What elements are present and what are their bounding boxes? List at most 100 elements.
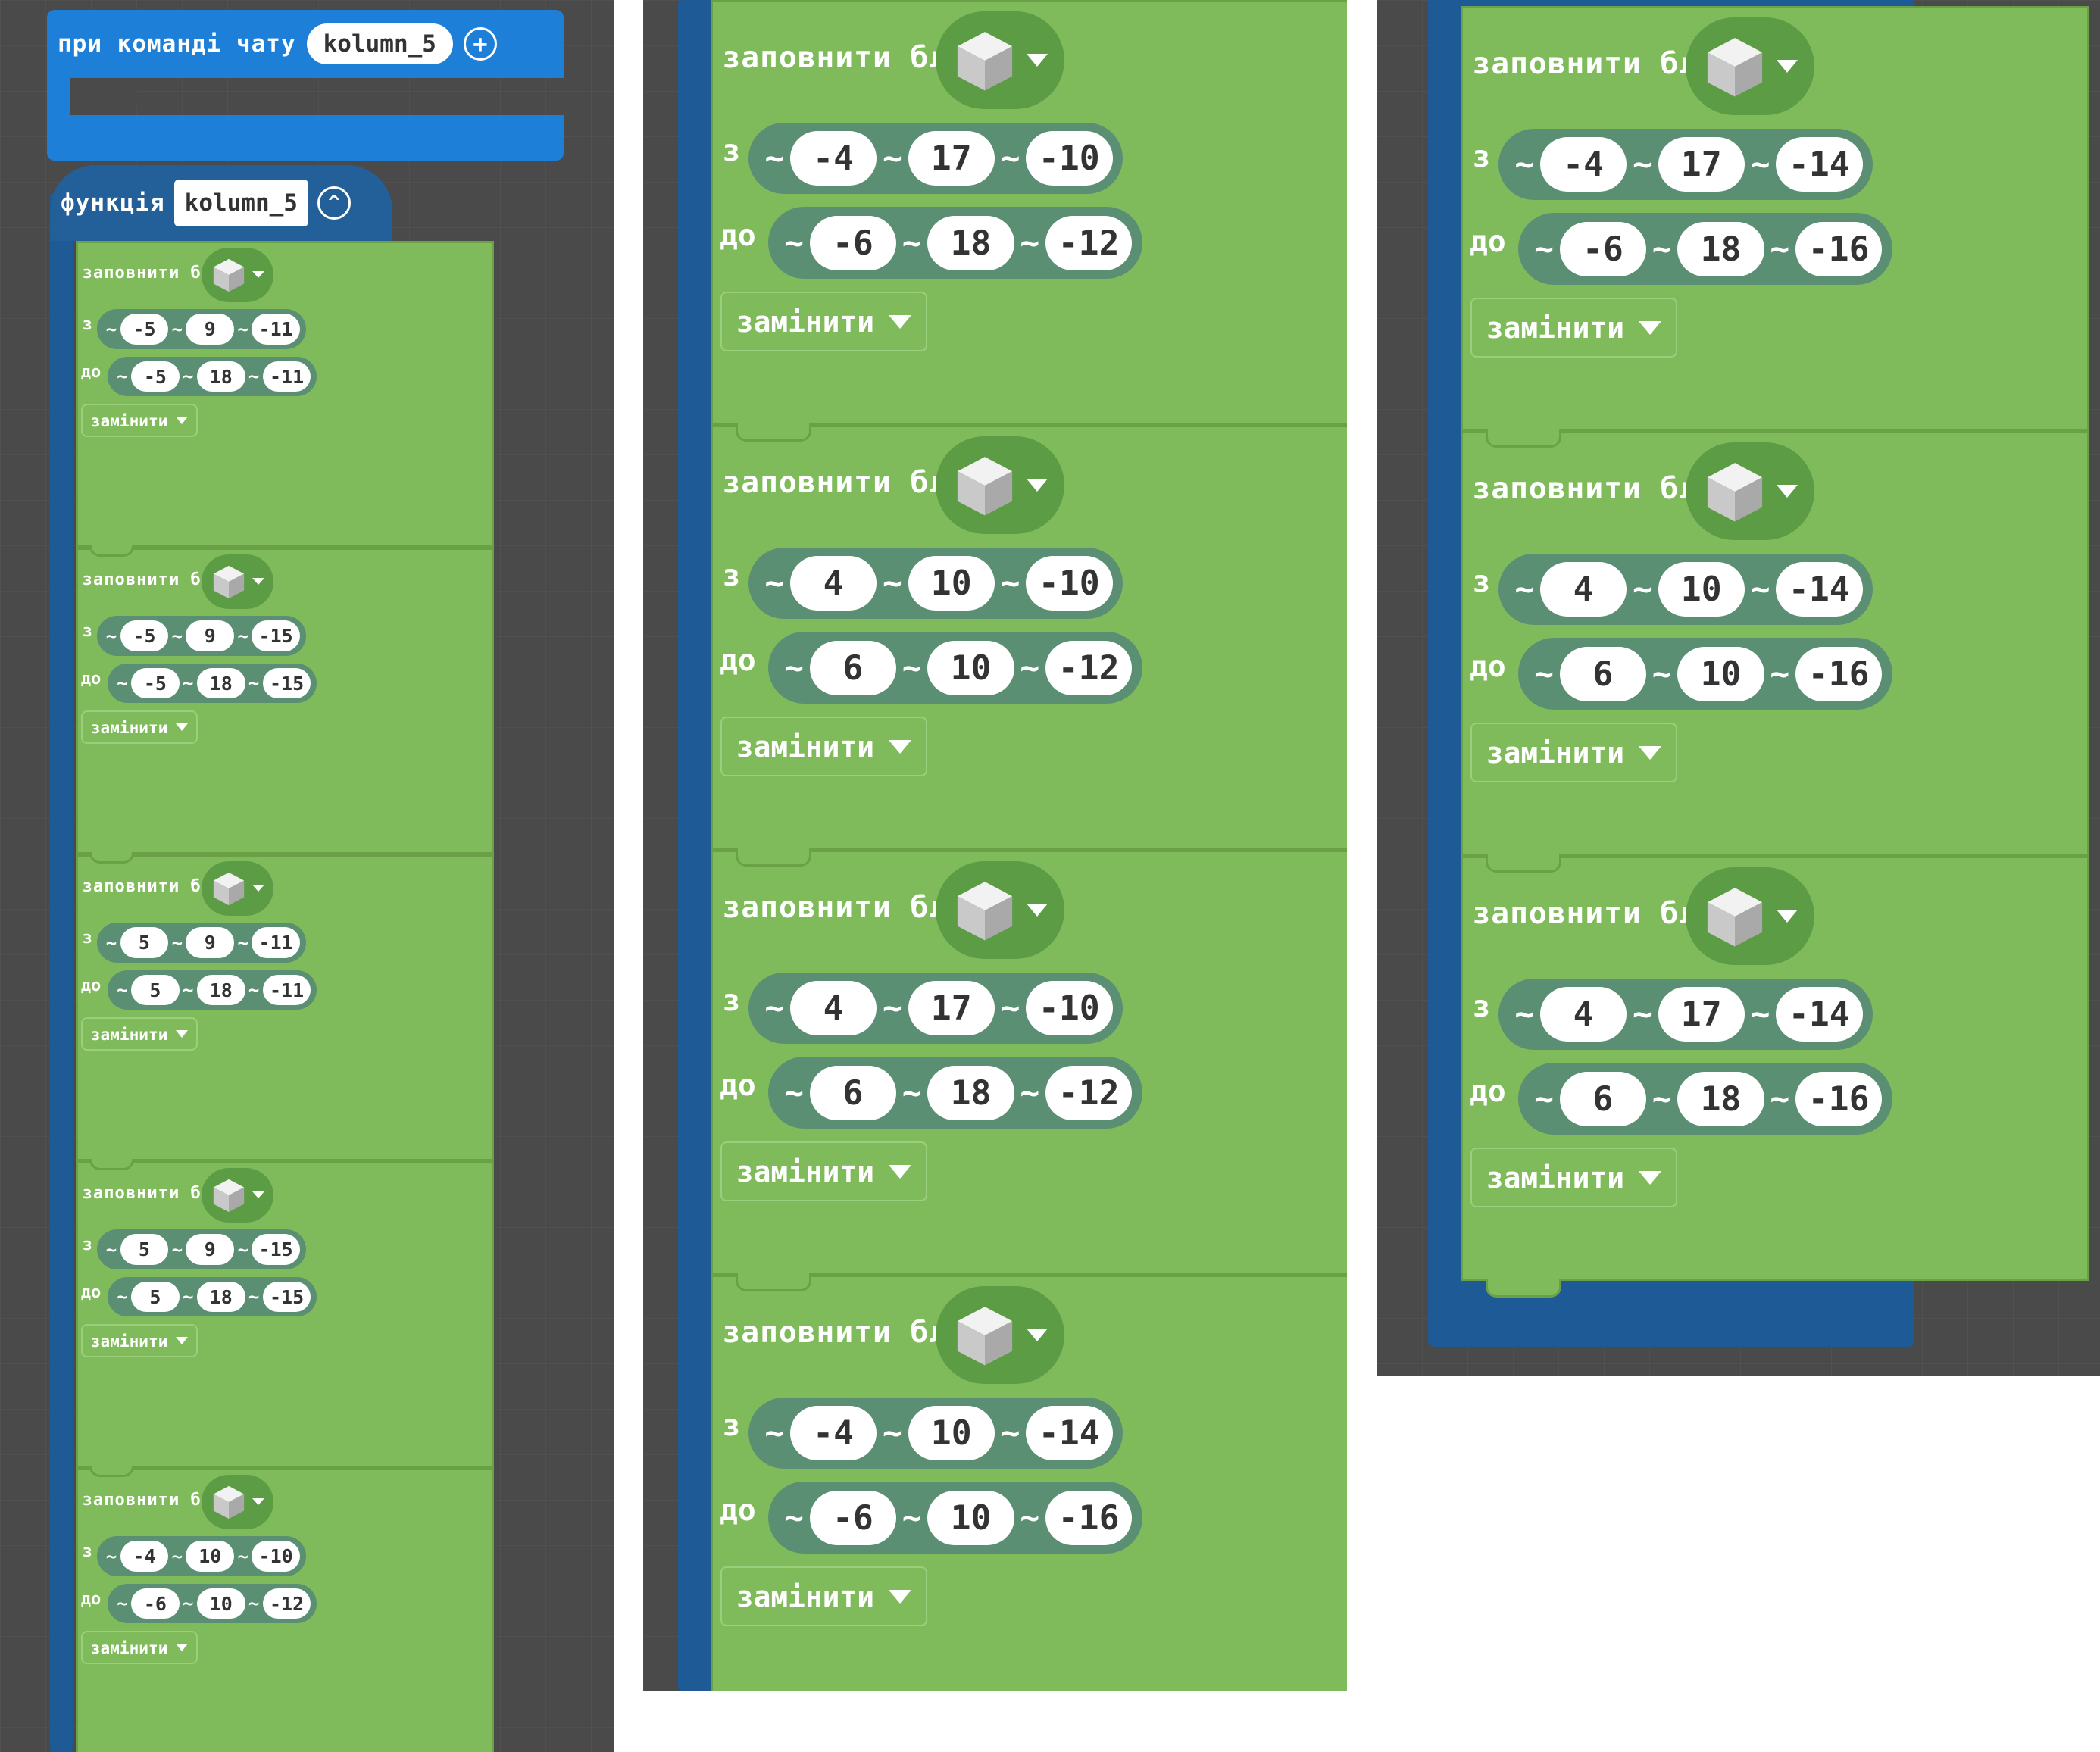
fill-mode-dropdown[interactable]: замінити <box>720 1141 927 1202</box>
from-value-x[interactable]: -5 <box>120 314 169 345</box>
from-value-z[interactable]: -14 <box>1776 561 1863 617</box>
to-value-x[interactable]: 6 <box>809 1065 897 1120</box>
from-value-y[interactable]: 9 <box>186 1234 235 1265</box>
from-value-y[interactable]: 17 <box>908 130 995 186</box>
to-value-z[interactable]: -16 <box>1795 1071 1883 1126</box>
block-type-dropdown[interactable] <box>935 1286 1065 1385</box>
from-value-y[interactable]: 17 <box>908 980 995 1036</box>
to-value-z[interactable]: -12 <box>262 1588 311 1619</box>
from-value-z[interactable]: -15 <box>252 1234 301 1265</box>
from-value-z[interactable]: -14 <box>1026 1405 1113 1461</box>
block-type-dropdown[interactable] <box>201 1474 274 1529</box>
from-value-x[interactable]: 4 <box>789 555 877 611</box>
from-value-x[interactable]: 5 <box>120 927 169 958</box>
from-value-y[interactable]: 9 <box>186 927 235 958</box>
to-value-x[interactable]: -6 <box>809 1490 897 1545</box>
fill-mode-dropdown[interactable]: замінити <box>1470 298 1677 358</box>
to-value-z[interactable]: -16 <box>1795 221 1883 276</box>
to-value-z[interactable]: -11 <box>262 974 311 1006</box>
fill-mode-dropdown[interactable]: замінити <box>81 710 198 745</box>
to-value-y[interactable]: 10 <box>927 1490 1014 1545</box>
block-type-dropdown[interactable] <box>201 247 274 302</box>
block-type-dropdown[interactable] <box>1685 867 1815 966</box>
to-value-z[interactable]: -16 <box>1045 1490 1133 1545</box>
to-value-y[interactable]: 10 <box>1677 646 1764 701</box>
to-value-y[interactable]: 18 <box>1677 1071 1764 1126</box>
to-value-y[interactable]: 18 <box>196 974 245 1006</box>
to-value-x[interactable]: -6 <box>1559 221 1647 276</box>
from-value-y[interactable]: 10 <box>908 1405 995 1461</box>
from-value-z[interactable]: -14 <box>1776 986 1863 1042</box>
to-value-x[interactable]: -5 <box>130 667 180 699</box>
to-value-z[interactable]: -16 <box>1795 646 1883 701</box>
fill-mode-dropdown[interactable]: замінити <box>1470 1148 1677 1208</box>
to-value-y[interactable]: 18 <box>196 667 245 699</box>
to-value-z[interactable]: -12 <box>1045 1065 1133 1120</box>
block-type-dropdown[interactable] <box>935 861 1065 960</box>
from-value-z[interactable]: -10 <box>1026 555 1113 611</box>
to-value-y[interactable]: 10 <box>927 640 1014 695</box>
block-type-dropdown[interactable] <box>935 436 1065 535</box>
to-value-x[interactable]: 6 <box>1559 1071 1647 1126</box>
to-value-z[interactable]: -12 <box>1045 640 1133 695</box>
to-value-z[interactable]: -12 <box>1045 215 1133 270</box>
from-value-x[interactable]: -4 <box>120 1541 169 1572</box>
chat-command-event-block[interactable]: при команді чату kolumn_5 + <box>47 10 564 78</box>
to-value-z[interactable]: -15 <box>262 667 311 699</box>
block-type-dropdown[interactable] <box>201 554 274 609</box>
to-value-y[interactable]: 18 <box>927 215 1014 270</box>
from-value-x[interactable]: 4 <box>1539 561 1627 617</box>
fill-mode-dropdown[interactable]: замінити <box>81 1631 198 1665</box>
block-type-dropdown[interactable] <box>1685 442 1815 541</box>
from-value-y[interactable]: 9 <box>186 620 235 651</box>
from-value-y[interactable]: 10 <box>1658 561 1745 617</box>
add-circle-icon[interactable]: + <box>463 27 497 61</box>
function-block-header[interactable]: функція kolumn_5 ^ <box>50 165 392 241</box>
to-value-x[interactable]: 6 <box>1559 646 1647 701</box>
to-value-y[interactable]: 18 <box>927 1065 1014 1120</box>
from-value-x[interactable]: -4 <box>789 130 877 186</box>
to-value-x[interactable]: -5 <box>130 361 180 392</box>
block-type-dropdown[interactable] <box>201 1167 274 1223</box>
to-value-x[interactable]: -6 <box>130 1588 180 1619</box>
collapse-icon[interactable]: ^ <box>317 186 351 220</box>
from-value-z[interactable]: -10 <box>1026 980 1113 1036</box>
from-value-y[interactable]: 10 <box>186 1541 235 1572</box>
fill-mode-dropdown[interactable]: замінити <box>720 292 927 352</box>
to-value-z[interactable]: -11 <box>262 361 311 392</box>
from-value-x[interactable]: -5 <box>120 620 169 651</box>
block-type-dropdown[interactable] <box>1685 17 1815 116</box>
to-value-y[interactable]: 10 <box>196 1588 245 1619</box>
to-value-x[interactable]: 6 <box>809 640 897 695</box>
fill-mode-dropdown[interactable]: замінити <box>81 404 198 438</box>
to-value-y[interactable]: 18 <box>1677 221 1764 276</box>
from-value-x[interactable]: -4 <box>789 1405 877 1461</box>
from-value-y[interactable]: 17 <box>1658 986 1745 1042</box>
block-type-dropdown[interactable] <box>935 11 1065 110</box>
to-value-x[interactable]: -6 <box>809 215 897 270</box>
from-value-y[interactable]: 17 <box>1658 136 1745 192</box>
fill-mode-dropdown[interactable]: замінити <box>81 1017 198 1051</box>
function-name-field[interactable]: kolumn_5 <box>173 180 308 226</box>
chat-command-name-field[interactable]: kolumn_5 <box>306 23 453 64</box>
from-value-z[interactable]: -10 <box>1026 130 1113 186</box>
from-value-z[interactable]: -11 <box>252 314 301 345</box>
to-value-y[interactable]: 18 <box>196 361 245 392</box>
to-value-z[interactable]: -15 <box>262 1281 311 1313</box>
from-value-z[interactable]: -10 <box>252 1541 301 1572</box>
from-value-x[interactable]: 4 <box>789 980 877 1036</box>
from-value-y[interactable]: 9 <box>186 314 235 345</box>
to-value-y[interactable]: 18 <box>196 1281 245 1313</box>
from-value-y[interactable]: 10 <box>908 555 995 611</box>
to-value-x[interactable]: 5 <box>130 974 180 1006</box>
from-value-z[interactable]: -11 <box>252 927 301 958</box>
block-type-dropdown[interactable] <box>201 860 274 916</box>
from-value-z[interactable]: -15 <box>252 620 301 651</box>
from-value-x[interactable]: 5 <box>120 1234 169 1265</box>
from-value-x[interactable]: 4 <box>1539 986 1627 1042</box>
fill-mode-dropdown[interactable]: замінити <box>1470 723 1677 783</box>
fill-mode-dropdown[interactable]: замінити <box>720 1566 927 1627</box>
from-value-z[interactable]: -14 <box>1776 136 1863 192</box>
fill-mode-dropdown[interactable]: замінити <box>81 1324 198 1358</box>
from-value-x[interactable]: -4 <box>1539 136 1627 192</box>
